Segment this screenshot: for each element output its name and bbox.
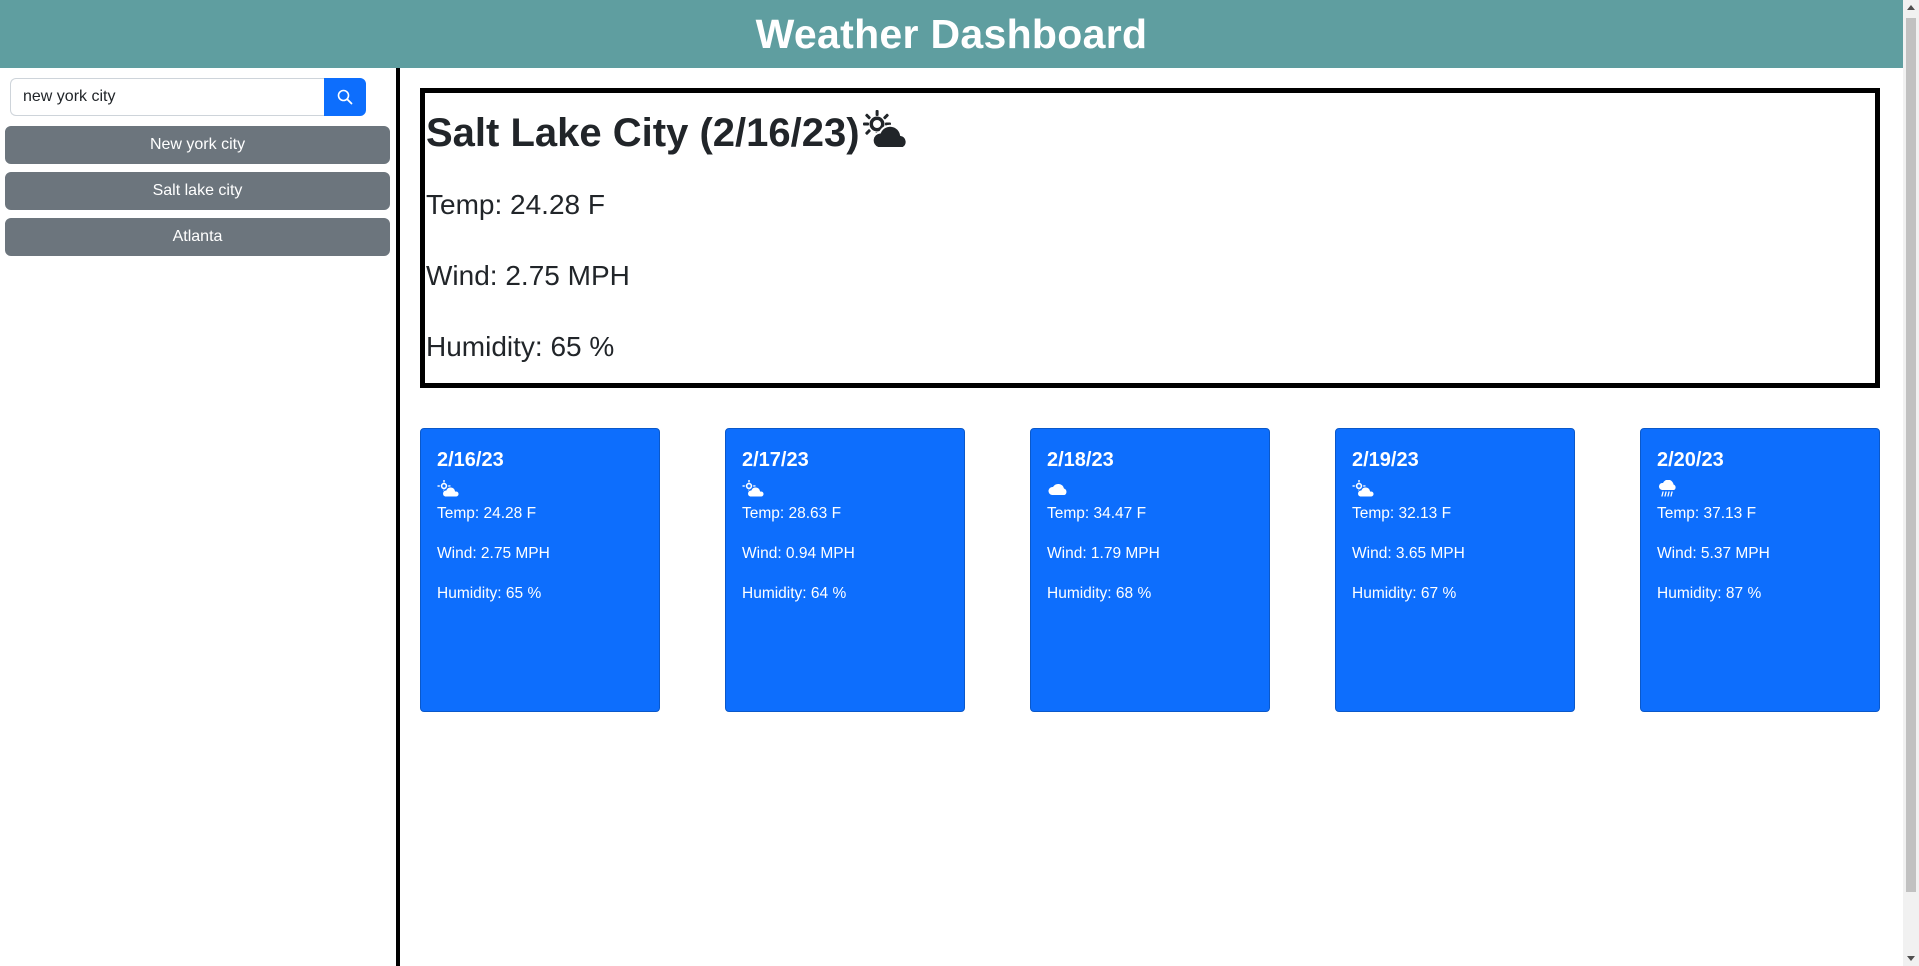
forecast-humidity: Humidity: 68 % — [1047, 585, 1152, 602]
scroll-down-arrow-icon[interactable] — [1907, 956, 1915, 961]
forecast-humidity: Humidity: 87 % — [1657, 585, 1762, 602]
search-input[interactable] — [10, 78, 324, 116]
forecast-card: 2/20/23 Temp: 37.13 F Wind: 5.37 MPH Hum… — [1640, 428, 1880, 712]
forecast-temp: Temp: 32.13 F — [1352, 505, 1452, 522]
search-icon — [337, 89, 353, 105]
main-content: Salt Lake City (2/16/23) Temp: 24.28 F W… — [400, 68, 1903, 966]
search-history: New york city Salt lake city Atlanta — [5, 126, 390, 264]
forecast-wind: Wind: 0.94 MPH — [742, 545, 855, 562]
forecast-temp: Temp: 37.13 F — [1657, 505, 1757, 522]
forecast-wind: Wind: 1.79 MPH — [1047, 545, 1160, 562]
cloud-icon — [1048, 484, 1067, 495]
forecast-date: 2/16/23 — [437, 449, 504, 471]
history-button-salt-lake-city[interactable]: Salt lake city — [5, 172, 390, 210]
forecast-temp: Temp: 28.63 F — [742, 505, 842, 522]
five-day-forecast: 2/16/23 Temp: 24.28 F Wind: 2.75 MPH Hum… — [420, 428, 1880, 713]
forecast-humidity: Humidity: 65 % — [437, 585, 542, 602]
forecast-humidity: Humidity: 67 % — [1352, 585, 1457, 602]
forecast-date: 2/20/23 — [1657, 449, 1724, 471]
partly-cloudy-icon — [742, 480, 764, 498]
header: Weather Dashboard — [0, 0, 1903, 68]
current-humidity: Humidity: 65 % — [426, 331, 615, 362]
forecast-temp: Temp: 24.28 F — [437, 505, 537, 522]
history-button-atlanta[interactable]: Atlanta — [5, 218, 390, 256]
partly-cloudy-icon — [437, 480, 459, 498]
page-title: Weather Dashboard — [755, 10, 1148, 57]
current-wind: Wind: 2.75 MPH — [426, 260, 630, 291]
rain-icon — [1659, 480, 1676, 497]
current-weather-panel: Salt Lake City (2/16/23) Temp: 24.28 F W… — [420, 88, 1880, 388]
scroll-thumb[interactable] — [1906, 18, 1916, 892]
current-temp: Temp: 24.28 F — [426, 189, 605, 220]
forecast-date: 2/18/23 — [1047, 449, 1114, 471]
forecast-wind: Wind: 5.37 MPH — [1657, 545, 1770, 562]
forecast-date: 2/19/23 — [1352, 449, 1419, 471]
partly-cloudy-icon — [862, 109, 908, 149]
sidebar: New york city Salt lake city Atlanta — [0, 68, 396, 966]
scroll-up-arrow-icon[interactable] — [1907, 5, 1915, 10]
forecast-date: 2/17/23 — [742, 449, 809, 471]
forecast-card: 2/19/23 Temp: 32.13 F Wind: 3.65 MPH Hum… — [1335, 428, 1575, 712]
forecast-card: 2/18/23 Temp: 34.47 F Wind: 1.79 MPH Hum… — [1030, 428, 1270, 712]
forecast-humidity: Humidity: 64 % — [742, 585, 847, 602]
forecast-card: 2/16/23 Temp: 24.28 F Wind: 2.75 MPH Hum… — [420, 428, 660, 712]
forecast-temp: Temp: 34.47 F — [1047, 505, 1147, 522]
history-button-new-york-city[interactable]: New york city — [5, 126, 390, 164]
current-city-date: Salt Lake City (2/16/23) — [426, 111, 860, 155]
search-form — [10, 78, 366, 116]
search-button[interactable] — [324, 78, 366, 116]
page-scrollbar[interactable] — [1903, 0, 1919, 966]
forecast-wind: Wind: 3.65 MPH — [1352, 545, 1465, 562]
forecast-wind: Wind: 2.75 MPH — [437, 545, 550, 562]
current-weather-heading: Salt Lake City (2/16/23) — [426, 109, 1875, 156]
forecast-card: 2/17/23 Temp: 28.63 F Wind: 0.94 MPH Hum… — [725, 428, 965, 712]
partly-cloudy-icon — [1352, 480, 1374, 498]
